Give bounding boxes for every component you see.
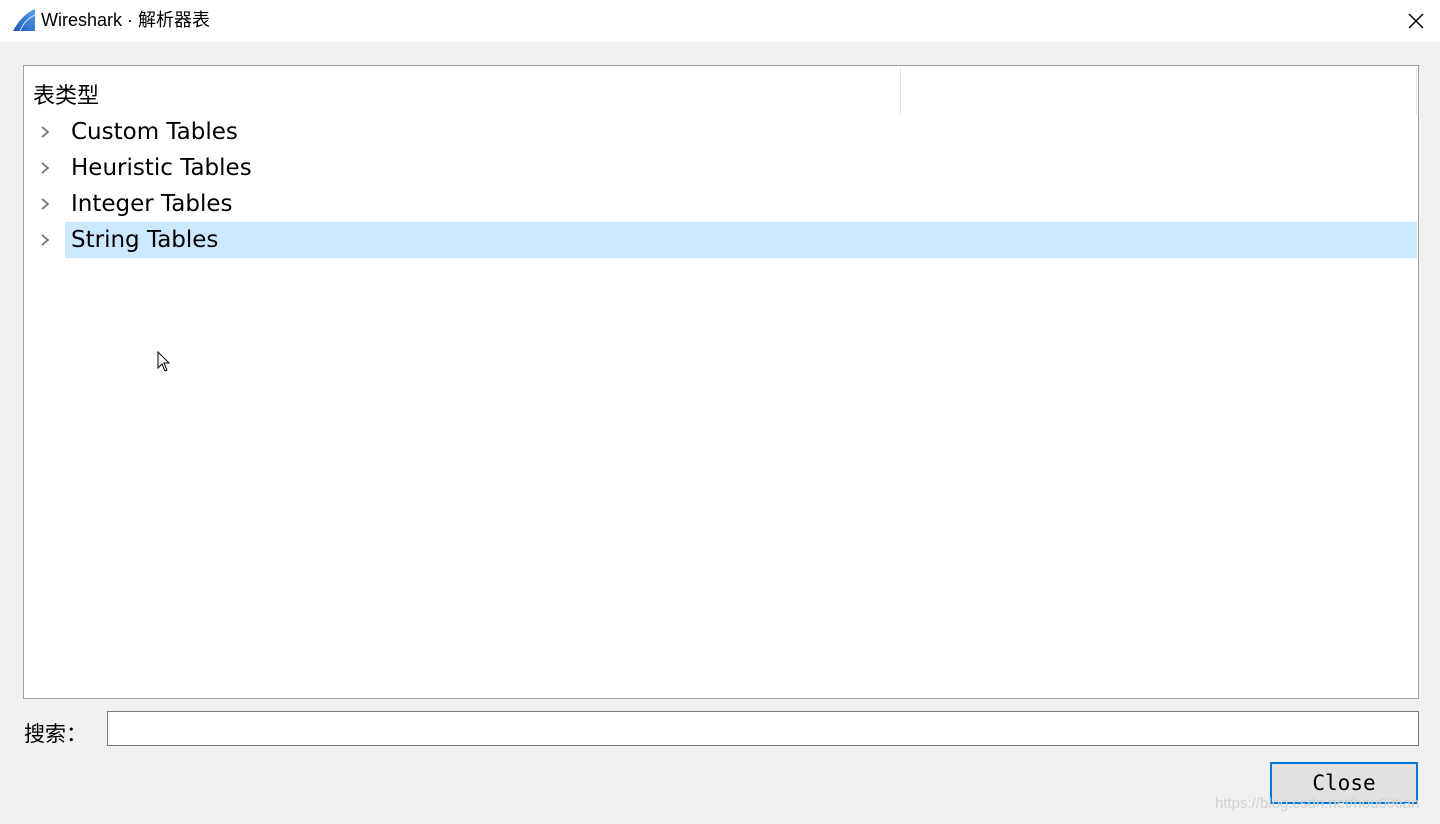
tree-item-custom-tables[interactable]: Custom Tables <box>24 114 1418 150</box>
watermark-text: https://blog.csdn.net/hou09tian <box>1215 795 1420 812</box>
window-title: Wireshark · 解析器表 <box>41 10 211 30</box>
tree-item-heuristic-tables[interactable]: Heuristic Tables <box>24 150 1418 186</box>
mouse-pointer-icon <box>157 351 171 372</box>
header-table-type[interactable]: 表类型 <box>33 78 99 110</box>
row-background <box>65 114 1417 150</box>
chevron-right-icon[interactable] <box>38 233 52 247</box>
title-bar: Wireshark · 解析器表 <box>0 0 1440 42</box>
tree-item-label: Integer Tables <box>71 191 233 217</box>
wireshark-fin-icon <box>13 9 36 32</box>
chevron-right-icon[interactable] <box>38 197 52 211</box>
header-column-2[interactable] <box>901 66 1415 114</box>
dialog-window: Wireshark · 解析器表 表类型 Custom Tables Heuri… <box>0 0 1440 824</box>
search-label: 搜索： <box>24 723 87 746</box>
search-input[interactable] <box>107 711 1419 746</box>
row-background <box>65 150 1417 186</box>
chevron-right-icon[interactable] <box>38 161 52 175</box>
dissector-tables-tree[interactable]: 表类型 Custom Tables Heuristic Tables Integ… <box>23 65 1419 699</box>
chevron-right-icon[interactable] <box>38 125 52 139</box>
tree-item-label: Heuristic Tables <box>71 155 252 181</box>
tree-item-string-tables[interactable]: String Tables <box>24 222 1418 258</box>
row-selection-highlight <box>65 222 1417 258</box>
tree-item-label: Custom Tables <box>71 119 238 145</box>
row-background <box>65 186 1417 222</box>
tree-item-label: String Tables <box>71 227 219 253</box>
tree-header: 表类型 <box>24 66 1418 114</box>
close-icon[interactable] <box>1406 11 1426 31</box>
tree-item-integer-tables[interactable]: Integer Tables <box>24 186 1418 222</box>
header-divider <box>1416 68 1417 114</box>
